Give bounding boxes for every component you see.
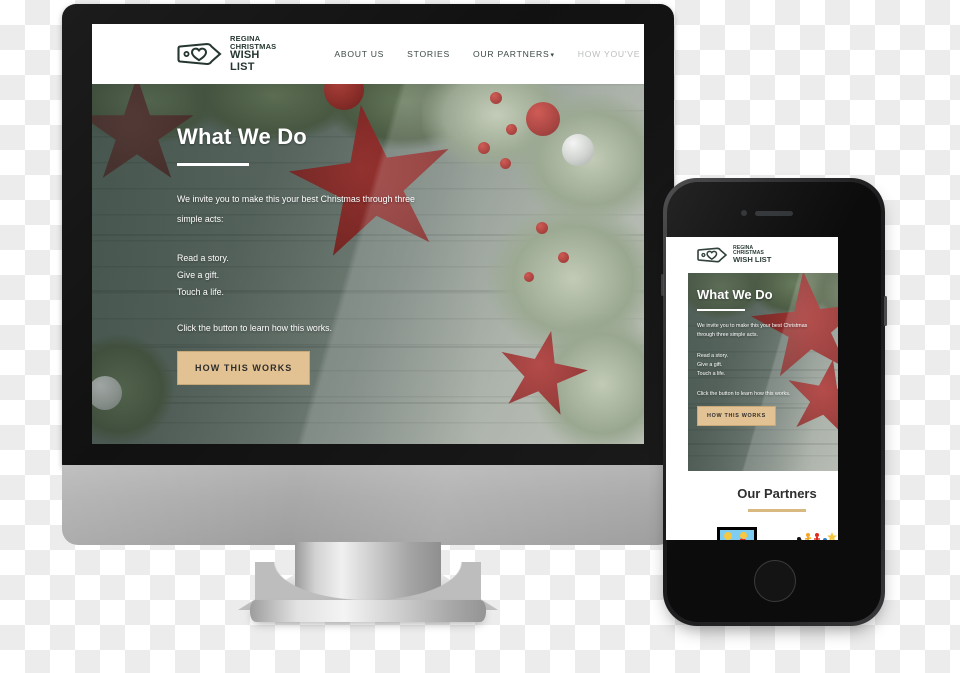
- phone-power-button[interactable]: [884, 296, 887, 326]
- site-header: REGINA CHRISTMAS WISH LIST ABOUT US STOR…: [92, 24, 644, 84]
- hero-lead-line-1: We invite you to make this your best Chr…: [177, 194, 415, 204]
- nav-item-our-partners[interactable]: OUR PARTNERS▾: [473, 49, 555, 59]
- nav-item-about-us[interactable]: ABOUT US: [334, 49, 384, 59]
- how-this-works-button[interactable]: HOW THIS WORKS: [697, 406, 776, 427]
- hero-act-3: Touch a life.: [697, 371, 726, 378]
- mobile-hero-copy: What We Do We invite you to make this yo…: [697, 287, 838, 427]
- hero-acts: Read a story. Give a gift. Touch a life.: [697, 352, 838, 380]
- partner-logos: [688, 526, 838, 540]
- mobile-site: REGINA CHRISTMAS WISH LIST What We Do We…: [688, 237, 838, 540]
- hero-act-1: Read a story.: [697, 352, 729, 359]
- nav-item-how-youve-helped[interactable]: HOW YOU'VE HELPED: [578, 49, 644, 59]
- imac-mockup: REGINA CHRISTMAS WISH LIST ABOUT US STOR…: [62, 4, 674, 644]
- partners-title: Our Partners: [737, 486, 817, 501]
- hero-click-text: Click the button to learn how this works…: [177, 322, 332, 333]
- mobile-logo-wordmark: REGINA CHRISTMAS WISH LIST: [733, 245, 772, 265]
- logo-wordmark: REGINA CHRISTMAS WISH LIST: [230, 34, 276, 73]
- hero-lead: We invite you to make this your best Chr…: [697, 322, 838, 341]
- how-this-works-button[interactable]: HOW THIS WORKS: [177, 350, 311, 385]
- hero-act-2: Give a gift.: [177, 269, 220, 280]
- hero-title: What We Do: [697, 287, 773, 302]
- mobile-partners-section: Our Partners: [688, 471, 838, 540]
- logo-line-3: WISH LIST: [733, 255, 772, 265]
- hero-title-rule: [177, 163, 249, 166]
- main-nav: ABOUT US STORIES OUR PARTNERS▾ HOW YOU'V…: [334, 42, 644, 66]
- imac-stand-foot: [250, 600, 486, 622]
- hero-acts: Read a story. Give a gift. Touch a life.: [177, 250, 467, 301]
- partner-logo-globe-figures[interactable]: [784, 528, 838, 540]
- mockup-stage: REGINA CHRISTMAS WISH LIST ABOUT US STOR…: [0, 0, 960, 673]
- imac-stand-neck: [255, 542, 481, 608]
- phone-volume-button[interactable]: [661, 274, 664, 296]
- mobile-header: REGINA CHRISTMAS WISH LIST: [688, 237, 838, 273]
- phone-speaker: [755, 211, 793, 216]
- hero-click-text: Click the button to learn how this works…: [697, 391, 791, 398]
- site-logo[interactable]: REGINA CHRISTMAS WISH LIST: [177, 34, 276, 73]
- partners-title-rule: [748, 509, 806, 512]
- hero-section: What We Do We invite you to make this yo…: [92, 84, 644, 444]
- nav-item-our-partners-label: OUR PARTNERS: [473, 49, 550, 59]
- phone-screen: REGINA CHRISTMAS WISH LIST What We Do We…: [666, 237, 838, 540]
- phone-home-button[interactable]: [754, 560, 796, 602]
- hero-act-2: Give a gift.: [697, 361, 723, 368]
- hero-copy: What We Do We invite you to make this yo…: [177, 124, 467, 385]
- chevron-down-icon: ▾: [550, 52, 555, 59]
- tag-heart-icon: [177, 42, 222, 66]
- hero-act-3: Touch a life.: [177, 286, 224, 297]
- mobile-hero-section: What We Do We invite you to make this yo…: [688, 273, 838, 471]
- phone-camera: [741, 210, 747, 216]
- hero-lead-line-2: simple acts:: [177, 213, 224, 224]
- imac-screen: REGINA CHRISTMAS WISH LIST ABOUT US STOR…: [92, 24, 644, 444]
- hero-title: What We Do: [177, 124, 307, 149]
- hero-act-1: Read a story.: [177, 252, 229, 263]
- imac-chin: [62, 465, 674, 545]
- tag-heart-icon: [697, 247, 728, 263]
- hero-lead-line-2: through three simple acts.: [697, 332, 758, 339]
- partner-logo-nativity[interactable]: [716, 526, 758, 540]
- logo-line-3: WISH LIST: [230, 49, 260, 73]
- hero-lead-line-1: We invite you to make this your best Chr…: [697, 323, 808, 329]
- hero-lead: We invite you to make this your best Chr…: [177, 190, 467, 230]
- iphone-mockup: REGINA CHRISTMAS WISH LIST What We Do We…: [661, 178, 887, 626]
- nav-item-stories[interactable]: STORIES: [407, 49, 450, 59]
- hero-title-rule: [697, 309, 745, 311]
